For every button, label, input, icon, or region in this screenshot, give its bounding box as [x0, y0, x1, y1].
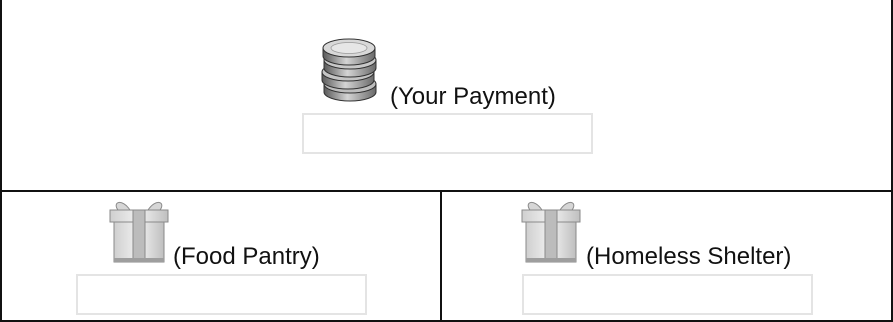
food-pantry-label: (Food Pantry) [173, 243, 320, 270]
gift-box-icon [521, 202, 581, 263]
gift-box-icon [109, 202, 169, 263]
payment-label: (Your Payment) [390, 83, 556, 110]
coin-stack-icon [321, 38, 377, 102]
homeless-shelter-label: (Homeless Shelter) [586, 243, 792, 270]
food-pantry-input[interactable] [76, 274, 367, 315]
payment-input[interactable] [302, 113, 593, 154]
homeless-shelter-input[interactable] [522, 274, 813, 315]
section-divider-horizontal [0, 190, 893, 192]
section-divider-vertical [440, 190, 442, 322]
